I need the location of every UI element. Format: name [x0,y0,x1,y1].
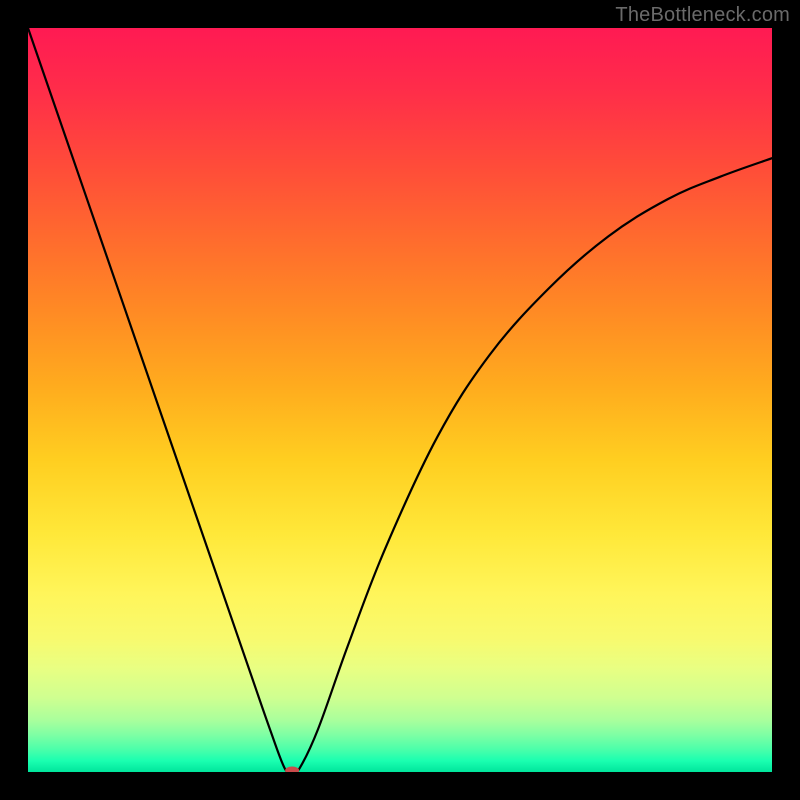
watermark-text: TheBottleneck.com [615,4,790,27]
chart-frame: TheBottleneck.com [0,0,800,800]
plot-area [28,28,772,772]
background-gradient [28,28,772,772]
